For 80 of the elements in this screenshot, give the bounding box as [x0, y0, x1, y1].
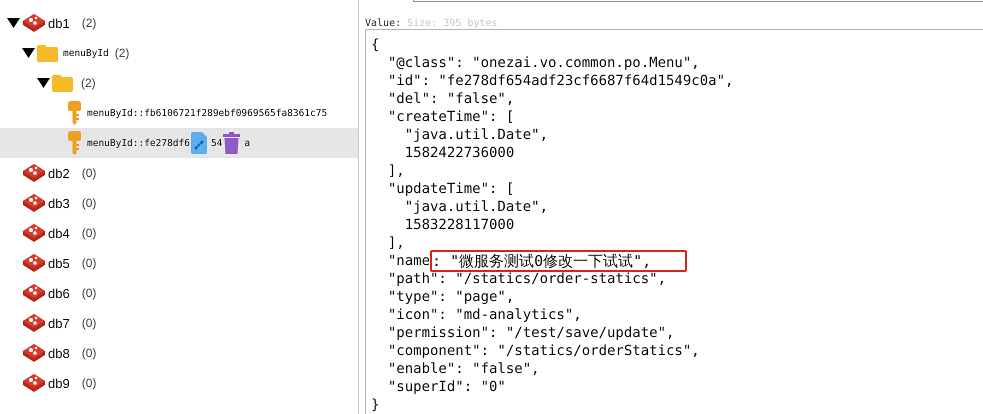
database-icon	[22, 193, 46, 213]
tree-item[interactable]: db5 (0)	[0, 248, 358, 278]
value-editor[interactable]	[365, 29, 983, 414]
code-line: "del": "false",	[386, 90, 514, 108]
key-count: (0)	[82, 316, 96, 330]
file-link-icon[interactable]	[190, 132, 207, 154]
code-line: "id": "fe278df654adf23cf6687f64d1549c0a",	[386, 72, 734, 90]
code-line: 1582422736000	[404, 144, 514, 162]
database-icon	[22, 373, 46, 393]
expand-arrow-icon[interactable]	[22, 48, 35, 58]
database-label: db2	[48, 166, 70, 180]
tree-item[interactable]: db4 (0)	[0, 218, 358, 248]
code-line: "updateTime": [	[386, 180, 514, 198]
code-line: ],	[386, 162, 405, 180]
key-count: (0)	[82, 196, 96, 210]
code-line: "name	[386, 252, 430, 270]
database-icon	[22, 163, 46, 183]
key-name-fragment: a	[244, 138, 250, 148]
database-label: db3	[48, 196, 70, 210]
key-icon	[67, 101, 82, 125]
database-label: db4	[48, 226, 70, 240]
key-name-fragment: 54	[210, 138, 222, 148]
database-label: db7	[48, 316, 70, 330]
folder-icon	[52, 74, 73, 92]
key-count: (0)	[82, 166, 96, 180]
tree-item[interactable]: db1 (2)	[0, 8, 358, 38]
expand-arrow-icon[interactable]	[7, 18, 20, 28]
tree-item[interactable]: menuById (2)	[0, 38, 358, 68]
tree-item[interactable]: db2 (0)	[0, 158, 358, 188]
key-count: (0)	[82, 256, 96, 270]
tree-item[interactable]: db7 (0)	[0, 308, 358, 338]
code-line: "permission": "/test/save/update",	[386, 324, 674, 342]
code-line: "path": "/statics/order-statics",	[386, 270, 666, 288]
code-line: {	[371, 36, 380, 54]
highlighted-text: : "微服务测试0修改一下试试",	[430, 250, 688, 272]
database-icon	[22, 13, 46, 33]
tree-item[interactable]: menuById::fb6106721f289ebf0969565fa8361c75	[0, 98, 358, 128]
tree-item[interactable]: db9 (0)	[0, 368, 358, 398]
key-count: (0)	[82, 226, 96, 240]
database-icon	[22, 253, 46, 273]
folder-label: menuById	[63, 48, 109, 58]
code-line: "@class": "onezai.vo.common.po.Menu",	[386, 54, 700, 72]
tree-item[interactable]: db3 (0)	[0, 188, 358, 218]
key-name: menuById::fb6106721f289ebf0969565fa8361c75	[87, 108, 328, 118]
code-line: "superId": "0"	[386, 378, 506, 396]
code-line: "component": "/statics/orderStatics",	[386, 342, 700, 360]
tree-item[interactable]: db6 (0)	[0, 278, 358, 308]
tree-item[interactable]: menuById::fe278df6 54 a	[0, 128, 358, 158]
database-label: db5	[48, 256, 70, 270]
tree-item[interactable]: (2)	[0, 68, 358, 98]
code-line: "createTime": [	[386, 108, 514, 126]
key-icon	[67, 131, 82, 155]
database-label: db1	[48, 16, 70, 30]
database-label: db6	[48, 286, 70, 300]
code-line: "java.util.Date",	[404, 198, 548, 216]
database-icon	[22, 223, 46, 243]
code-line: "icon": "md-analytics",	[386, 306, 582, 324]
code-line: "type": "page",	[386, 288, 514, 306]
database-label: db9	[48, 376, 70, 390]
database-label: db8	[48, 346, 70, 360]
code-line: 1583228117000	[404, 216, 514, 234]
trash-icon[interactable]	[223, 132, 240, 154]
database-icon	[22, 343, 46, 363]
key-count: (0)	[82, 286, 96, 300]
database-icon	[22, 313, 46, 333]
code-line: ],	[386, 234, 405, 252]
key-name: menuById::fe278df6	[87, 138, 190, 148]
code-line: "java.util.Date",	[404, 126, 548, 144]
tree-item[interactable]: db8 (0)	[0, 338, 358, 368]
key-count: (2)	[81, 76, 96, 90]
key-count: (0)	[82, 376, 96, 390]
code-line: "enable": "false",	[386, 360, 540, 378]
key-count: (2)	[114, 46, 130, 60]
database-icon	[22, 283, 46, 303]
key-count: (2)	[82, 16, 96, 30]
expand-arrow-icon[interactable]	[37, 78, 50, 88]
code-line: }	[371, 396, 380, 414]
value-label: Value:	[365, 18, 402, 29]
folder-icon	[37, 44, 58, 62]
key-count: (0)	[82, 346, 96, 360]
